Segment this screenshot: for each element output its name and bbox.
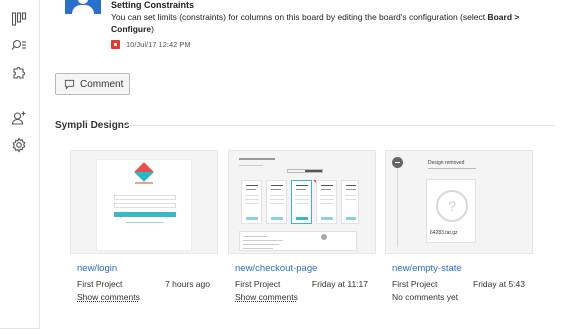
issues-search-icon[interactable] [9,35,29,55]
activity-title: Setting Constraints [111,0,195,10]
design-thumbnail-login[interactable] [70,150,218,254]
activity-timestamp: 10/Jul/17 12:42 PM [126,40,191,49]
section-title: Sympli Designs [55,120,130,131]
add-user-icon[interactable] [9,108,29,128]
design-project: First Project [77,279,123,289]
design-name-link[interactable]: new/login [77,263,117,274]
design-card: new/checkout-page First Project Friday a… [228,150,376,311]
section-divider [125,125,555,126]
design-thumbnail-checkout[interactable] [228,150,376,254]
design-project: First Project [235,279,281,289]
design-thumbnail-empty-state[interactable]: Design removed ? 64283.tar.gz [385,150,533,254]
components-puzzle-icon[interactable] [9,62,29,82]
show-comments-link[interactable]: Show comments [77,292,140,302]
design-project: First Project [392,279,438,289]
design-card: new/login First Project 7 hours ago Show… [70,150,218,311]
design-time: 7 hours ago [165,279,210,289]
activity-meta: 10/Jul/17 12:42 PM [111,40,191,49]
comment-button-label: Comment [80,78,124,90]
comment-button[interactable]: Comment [55,73,130,95]
user-avatar-icon [65,0,101,14]
comment-icon [64,79,75,90]
left-sidebar [0,0,40,329]
board-icon[interactable] [9,9,29,29]
design-name-link[interactable]: new/checkout-page [235,263,317,274]
design-name-link[interactable]: new/empty-state [392,263,462,274]
removed-icon [392,157,403,168]
settings-gear-icon[interactable] [9,135,29,155]
question-icon: ? [436,190,468,222]
design-time: Friday at 5:43 [473,279,525,289]
design-removed-label: Design removed [428,160,465,166]
show-comments-link[interactable]: Show comments [235,292,298,302]
design-card: Design removed ? 64283.tar.gz new/empty-… [385,150,533,311]
priority-icon [111,40,120,49]
archive-filename: 64283.tar.gz [430,230,458,236]
no-comments-label: No comments yet [392,292,459,302]
design-time: Friday at 11:17 [311,279,368,289]
activity-body: You can set limits (constraints) for col… [111,12,520,34]
